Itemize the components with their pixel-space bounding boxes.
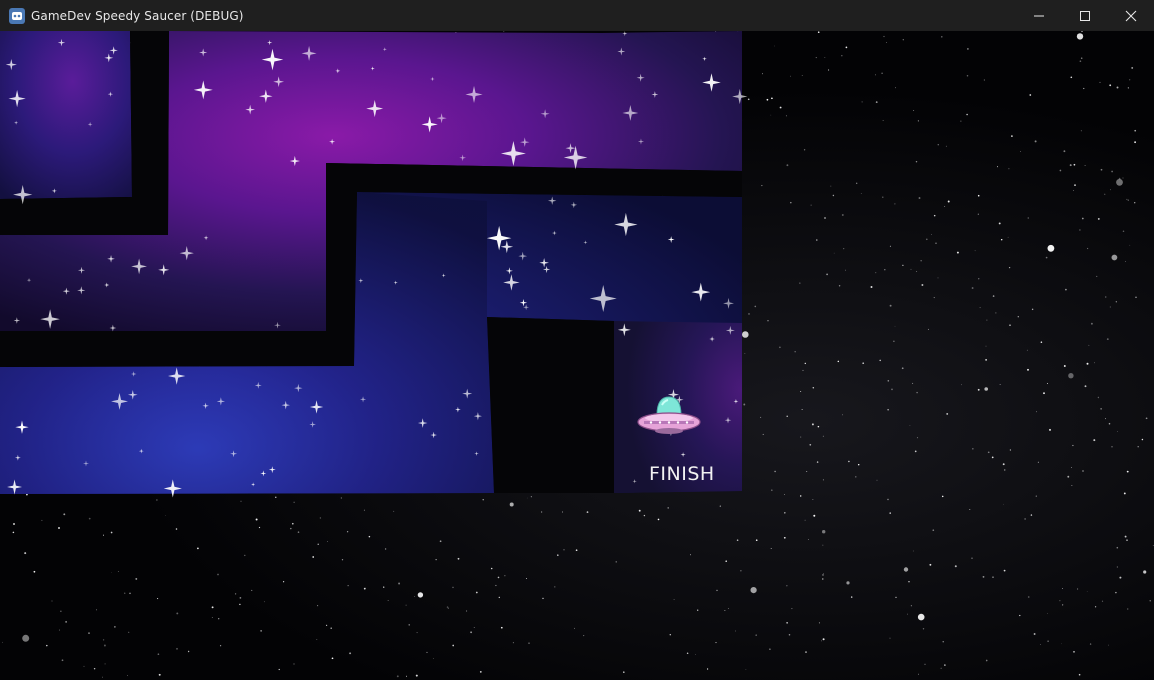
finish-label: FINISH xyxy=(649,463,715,485)
window-controls xyxy=(1016,0,1154,31)
minimize-icon xyxy=(1034,15,1044,16)
ufo-saucer-player xyxy=(637,396,701,434)
maze-track xyxy=(0,31,748,498)
nebula-tile xyxy=(0,31,132,199)
close-button[interactable] xyxy=(1108,0,1154,31)
window-titlebar[interactable]: GameDev Speedy Saucer (DEBUG) xyxy=(0,0,1154,31)
maze-wall xyxy=(487,317,614,493)
window-title: GameDev Speedy Saucer (DEBUG) xyxy=(31,8,244,23)
minimize-button[interactable] xyxy=(1016,0,1062,31)
maximize-icon xyxy=(1080,10,1090,21)
godot-app-icon xyxy=(9,7,25,24)
maximize-button[interactable] xyxy=(1062,0,1108,31)
game-viewport[interactable]: FINISH xyxy=(0,31,1154,680)
close-icon xyxy=(1125,10,1137,21)
